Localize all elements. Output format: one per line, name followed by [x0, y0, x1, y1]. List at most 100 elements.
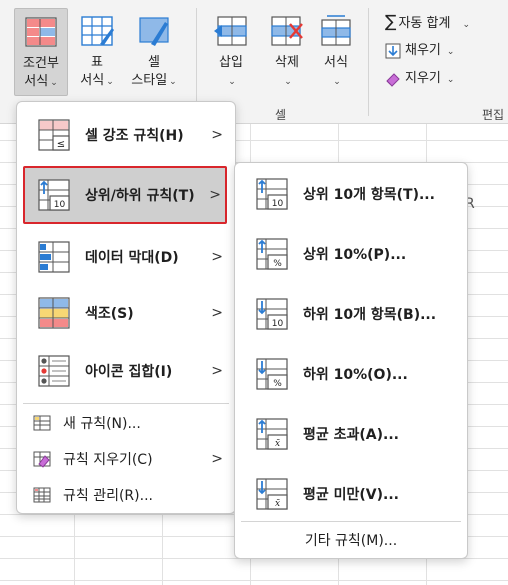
bottom-10-items-icon: 10	[256, 298, 288, 330]
format-as-table-button[interactable]: 표 서식 ⌄	[72, 8, 122, 96]
chevron-down-icon: ⌄	[50, 78, 58, 88]
chevron-down-icon: ⌄	[446, 47, 455, 57]
conditional-format-label-1: 조건부	[23, 56, 59, 71]
insert-cells-button[interactable]: 삽입 ⌄	[206, 8, 256, 87]
top-bottom-rules-icon: 10	[38, 179, 70, 211]
bottom-10-percent-icon: %	[256, 358, 288, 390]
top-10-items-icon: 10	[256, 178, 288, 210]
menu-item-top-10-percent[interactable]: % 상위 10%(P)...	[235, 229, 467, 279]
manage-rules-icon	[33, 487, 51, 503]
menu-item-label: 상위/하위 규칙(T)	[85, 188, 195, 204]
menu-item-label: 상위 10%(P)...	[303, 247, 407, 263]
fill-button[interactable]: 채우기 ⌄	[385, 40, 454, 62]
menu-item-clear-rules[interactable]: 규칙 지우기(C) >	[17, 444, 235, 474]
format-cells-icon	[321, 15, 351, 46]
delete-cells-icon	[271, 16, 303, 46]
cell-styles-icon	[139, 17, 169, 46]
color-scales-icon	[38, 297, 70, 329]
autosum-button[interactable]: ∑ 자동 합계 ⌄	[385, 11, 470, 33]
chevron-down-icon: ⌄	[228, 77, 236, 87]
conditional-format-menu: ≤ 셀 강조 규칙(H) > 10 상위/하위 규칙(T) > 데이터 막대(D…	[16, 101, 236, 514]
new-rule-icon	[33, 415, 51, 431]
format-label: 서식 ⌄	[324, 55, 348, 87]
chevron-right-icon: >	[211, 249, 223, 265]
above-average-icon: x̄	[256, 418, 288, 450]
svg-text:x̄: x̄	[275, 439, 280, 449]
eraser-icon	[386, 72, 400, 87]
menu-item-label: 색조(S)	[85, 306, 134, 322]
menu-item-data-bars[interactable]: 데이터 막대(D) >	[17, 232, 235, 282]
chevron-right-icon: >	[209, 187, 221, 203]
chevron-down-icon: ⌄	[446, 75, 455, 85]
menu-divider	[241, 521, 461, 522]
clear-button[interactable]: 지우기 ⌄	[385, 68, 454, 90]
menu-item-above-average[interactable]: x̄ 평균 초과(A)...	[235, 409, 467, 459]
menu-item-label: 하위 10%(O)...	[303, 367, 408, 383]
insert-cells-icon	[214, 16, 247, 46]
menu-item-top-10-items[interactable]: 10 상위 10개 항목(T)...	[235, 169, 467, 219]
svg-text:10: 10	[54, 200, 66, 210]
menu-item-label: 하위 10개 항목(B)...	[303, 307, 437, 323]
top-bottom-rules-submenu: 10 상위 10개 항목(T)... % 상위 10%(P)... 10 하위 …	[234, 162, 468, 559]
svg-text:10: 10	[272, 199, 284, 209]
menu-item-bottom-10-items[interactable]: 10 하위 10개 항목(B)...	[235, 289, 467, 339]
fill-down-icon	[385, 43, 401, 58]
format-as-table-label-2: 서식 ⌄	[80, 73, 114, 88]
svg-text:10: 10	[272, 319, 284, 329]
menu-item-label: 셀 강조 규칙(H)	[85, 128, 184, 144]
menu-item-color-scales[interactable]: 색조(S) >	[17, 288, 235, 338]
delete-cells-button[interactable]: 삭제 ⌄	[262, 8, 312, 87]
data-bars-icon	[38, 241, 70, 273]
chevron-right-icon: >	[211, 305, 223, 321]
below-average-icon: x̄	[256, 478, 288, 510]
conditional-format-button[interactable]: 조건부 서식 ⌄	[14, 8, 68, 96]
menu-item-more-rules[interactable]: 기타 규칙(M)...	[235, 523, 467, 559]
menu-item-label: 데이터 막대(D)	[85, 250, 179, 266]
delete-label: 삭제 ⌄	[275, 55, 299, 87]
menu-divider	[23, 403, 229, 404]
cell-styles-label-2: 스타일 ⌄	[131, 73, 177, 88]
menu-item-label: 평균 미만(V)...	[303, 487, 399, 503]
menu-item-new-rule[interactable]: 새 규칙(N)...	[17, 408, 235, 438]
chevron-right-icon: >	[211, 127, 223, 143]
menu-item-bottom-10-percent[interactable]: % 하위 10%(O)...	[235, 349, 467, 399]
cells-group-label: 셀	[275, 108, 287, 122]
editing-group-label: 편집	[482, 108, 505, 122]
menu-item-highlight-cells-rules[interactable]: ≤ 셀 강조 규칙(H) >	[17, 110, 235, 160]
format-cells-button[interactable]: 서식 ⌄	[314, 8, 358, 87]
insert-label: 삽입 ⌄	[219, 55, 243, 87]
chevron-right-icon: >	[211, 363, 223, 379]
menu-item-label: 규칙 관리(R)...	[63, 488, 153, 504]
svg-text:≤: ≤	[57, 139, 65, 150]
sigma-icon: ∑	[385, 12, 397, 32]
menu-item-label: 상위 10개 항목(T)...	[303, 187, 435, 203]
chevron-down-icon: ⌄	[462, 20, 470, 30]
highlight-cells-rules-icon: ≤	[38, 119, 70, 151]
menu-item-icon-sets[interactable]: 아이콘 집합(I) >	[17, 346, 235, 396]
chevron-down-icon: ⌄	[284, 77, 292, 87]
ribbon-separator	[368, 8, 369, 116]
format-as-table-label-1: 표	[91, 55, 103, 70]
menu-item-label: 새 규칙(N)...	[63, 416, 141, 432]
ribbon-separator	[196, 8, 197, 116]
chevron-down-icon: ⌄	[106, 77, 114, 87]
conditional-format-icon	[25, 17, 57, 47]
menu-item-label: 규칙 지우기(C)	[63, 452, 153, 468]
chevron-right-icon: >	[211, 451, 223, 467]
svg-text:%: %	[273, 259, 282, 269]
menu-item-top-bottom-rules[interactable]: 10 상위/하위 규칙(T) >	[23, 166, 227, 224]
format-as-table-icon	[81, 16, 114, 46]
icon-sets-icon	[38, 355, 70, 387]
menu-item-manage-rules[interactable]: 규칙 관리(R)...	[17, 480, 235, 510]
chevron-down-icon: ⌄	[169, 77, 177, 87]
svg-text:x̄: x̄	[275, 499, 280, 509]
menu-item-label: 아이콘 집합(I)	[85, 364, 173, 380]
cell-styles-label-1: 셀	[148, 55, 160, 70]
svg-text:%: %	[273, 379, 282, 389]
menu-item-below-average[interactable]: x̄ 평균 미만(V)...	[235, 469, 467, 519]
clear-rules-icon	[33, 451, 51, 468]
top-10-percent-icon: %	[256, 238, 288, 270]
menu-item-label: 평균 초과(A)...	[303, 427, 399, 443]
cell-styles-button[interactable]: 셀 스타일 ⌄	[124, 8, 184, 96]
conditional-format-label-2: 서식 ⌄	[24, 74, 58, 89]
